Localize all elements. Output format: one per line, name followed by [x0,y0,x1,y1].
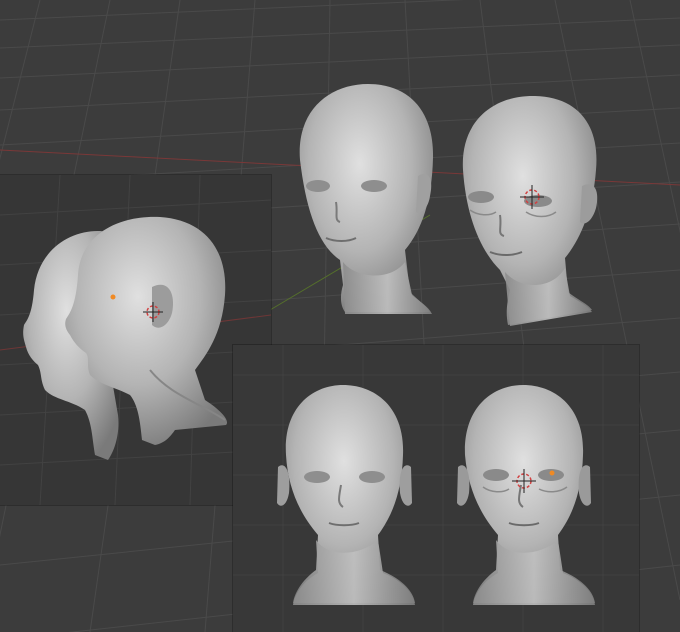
origin-point-icon [549,470,555,476]
front-view-canvas [233,345,639,632]
young-head[interactable] [299,84,434,314]
aged-head-front[interactable] [457,385,595,605]
side-view-canvas [0,175,271,505]
aged-head[interactable] [462,95,598,326]
origin-point-icon [110,294,116,300]
young-head-front[interactable] [277,385,415,605]
3d-viewport[interactable] [0,0,680,632]
front-view-panel[interactable] [233,345,639,632]
side-view-panel[interactable] [0,175,271,505]
